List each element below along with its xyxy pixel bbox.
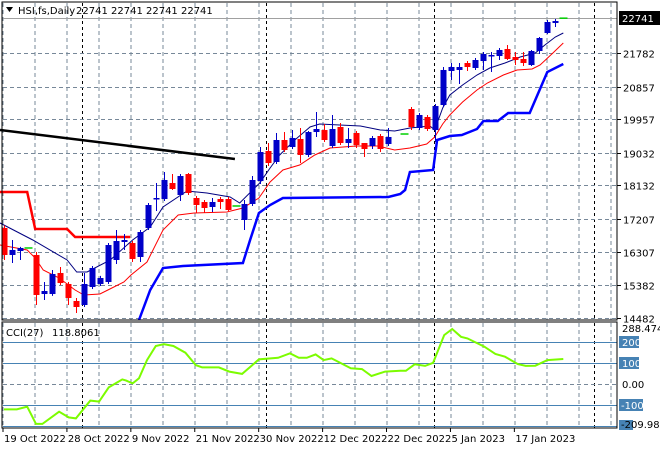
bull-candle bbox=[17, 247, 24, 251]
bull-candle bbox=[385, 136, 392, 144]
bull-candle bbox=[41, 290, 48, 295]
date-axis-label: 28 Oct 2022 bbox=[68, 434, 130, 445]
bull-candle bbox=[137, 232, 144, 257]
date-axis-label: 9 Nov 2022 bbox=[132, 434, 190, 445]
bull-candle bbox=[105, 245, 112, 282]
bear-candle bbox=[424, 116, 431, 130]
bear-candle bbox=[512, 56, 519, 60]
current-price-label: 22741 bbox=[622, 14, 654, 25]
cci-line bbox=[4, 327, 564, 425]
bull-candle bbox=[313, 129, 320, 133]
cci-title: CCI(27) bbox=[6, 328, 44, 339]
cci-200-label: 200 bbox=[622, 338, 641, 349]
bear-candle bbox=[129, 243, 136, 259]
cci-minus100-label: -100 bbox=[621, 401, 644, 412]
bear-candle bbox=[408, 109, 415, 128]
bull-candle bbox=[113, 241, 120, 260]
bear-candle bbox=[361, 143, 368, 150]
cci-100-label: 100 bbox=[622, 359, 641, 370]
bull-candle bbox=[329, 129, 336, 147]
lower-step-line bbox=[137, 62, 564, 321]
bull-candle bbox=[456, 67, 463, 70]
bull-candle bbox=[289, 138, 296, 148]
bull-candle bbox=[448, 67, 455, 71]
cci-min-label: -209.987 bbox=[621, 420, 660, 431]
cci-max-label: 288.4747 bbox=[622, 324, 660, 335]
price-axis-label: 18132 bbox=[623, 182, 655, 193]
bear-candle bbox=[169, 183, 176, 190]
bull-candle bbox=[89, 267, 96, 288]
bull-candle bbox=[345, 138, 352, 144]
bull-candle bbox=[488, 54, 495, 57]
symbol-label: HSI,fs,Daily bbox=[18, 6, 75, 17]
bull-candle bbox=[153, 198, 160, 200]
bull-candle bbox=[97, 278, 104, 284]
date-axis-label: 30 Nov 2022 bbox=[260, 434, 324, 445]
bull-candle bbox=[121, 240, 128, 242]
bear-candle bbox=[297, 138, 304, 155]
price-axis-label: 19032 bbox=[623, 150, 655, 161]
bull-candle bbox=[536, 38, 543, 51]
bull-candle bbox=[416, 114, 423, 128]
bear-candle bbox=[520, 58, 527, 64]
slow-moving-average bbox=[0, 42, 564, 296]
ohlc-readout: 22741 22741 22741 22741 bbox=[76, 6, 213, 17]
bull-candle bbox=[81, 283, 88, 306]
bear-candle bbox=[353, 132, 360, 146]
date-axis-label: 21 Nov 2022 bbox=[196, 434, 260, 445]
collapse-triangle-icon[interactable] bbox=[6, 7, 13, 12]
price-chart: 21782 20857 19957 19032 18132 17207 16307 15382… bbox=[0, 1, 660, 445]
bear-candle bbox=[217, 199, 224, 202]
date-axis-label: 12 Dec 2022 bbox=[324, 434, 388, 445]
price-axis-label: 15382 bbox=[623, 282, 655, 293]
price-axis-label: 17207 bbox=[623, 216, 655, 227]
bull-candle bbox=[161, 180, 168, 200]
bull-candle bbox=[544, 21, 551, 33]
bull-candle bbox=[9, 249, 16, 255]
cci-zero-label: 0.00 bbox=[622, 380, 644, 391]
bear-candle bbox=[504, 49, 511, 59]
bull-candle bbox=[552, 21, 559, 24]
bull-candle bbox=[209, 201, 216, 208]
bear-candle bbox=[225, 199, 232, 210]
bear-candle bbox=[201, 201, 208, 208]
bull-candle bbox=[177, 176, 184, 195]
bear-candle bbox=[33, 254, 40, 295]
bull-candle bbox=[273, 140, 280, 162]
bull-candle bbox=[432, 106, 439, 131]
bear-candle bbox=[281, 140, 288, 150]
price-axis-label: 20857 bbox=[623, 84, 655, 95]
bull-candle bbox=[305, 132, 312, 155]
price-axis-label: 19957 bbox=[623, 116, 655, 127]
bull-candle bbox=[145, 205, 152, 228]
upper-step-line bbox=[0, 190, 131, 239]
date-axis-label: 19 Oct 2022 bbox=[4, 434, 66, 445]
bull-candle bbox=[528, 50, 535, 66]
bull-candle bbox=[249, 180, 256, 204]
bull-candle bbox=[49, 274, 56, 295]
bear-candle bbox=[321, 130, 328, 140]
price-axis-label: 21782 bbox=[623, 50, 655, 61]
date-axis-label: 17 Jan 2023 bbox=[515, 434, 575, 445]
bull-candle bbox=[257, 152, 264, 182]
date-axis-label: 5 Jan 2023 bbox=[451, 434, 505, 445]
price-axis-label: 16307 bbox=[623, 249, 655, 260]
bull-candle bbox=[440, 69, 447, 106]
bear-candle bbox=[65, 283, 72, 299]
bear-candle bbox=[193, 198, 200, 206]
bear-candle bbox=[377, 136, 384, 150]
bull-candle bbox=[369, 138, 376, 147]
bull-candle bbox=[241, 203, 248, 220]
bear-candle bbox=[265, 150, 272, 164]
date-axis-label: 22 Dec 2022 bbox=[388, 434, 452, 445]
bear-candle bbox=[464, 63, 471, 68]
bear-candle bbox=[337, 127, 344, 144]
bear-candle bbox=[185, 174, 192, 193]
bull-candle bbox=[496, 49, 503, 57]
cci-value: 118.8061 bbox=[52, 328, 100, 339]
bear-candle bbox=[57, 272, 64, 284]
bull-candle bbox=[480, 54, 487, 62]
bull-candle bbox=[472, 60, 479, 68]
bear-candle bbox=[73, 300, 80, 308]
